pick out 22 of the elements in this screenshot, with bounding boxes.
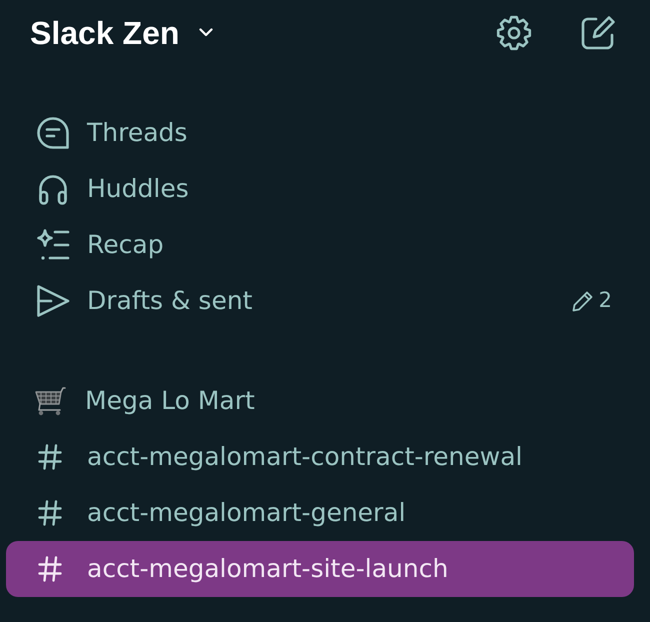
sparkle-list-icon	[36, 228, 70, 262]
hash-icon	[38, 500, 62, 526]
compose-icon[interactable]	[580, 15, 616, 51]
shopping-cart-icon	[34, 385, 66, 417]
section-header[interactable]: Mega Lo Mart	[6, 373, 634, 429]
channel-item[interactable]: acct-megalomart-general	[6, 485, 634, 541]
settings-icon[interactable]	[496, 15, 532, 51]
recap-link[interactable]: Recap	[6, 217, 634, 273]
pencil-icon	[572, 290, 593, 312]
hash-icon	[38, 444, 62, 470]
hash-icon	[38, 556, 62, 582]
threads-icon	[36, 116, 70, 150]
draft-count: 2	[598, 288, 612, 314]
channel-item[interactable]: acct-megalomart-site-launch	[6, 541, 634, 597]
headphones-icon	[36, 172, 70, 206]
drafts-link[interactable]: Drafts & sent 2	[6, 273, 634, 329]
huddles-link[interactable]: Huddles	[6, 161, 634, 217]
channel-item[interactable]: acct-megalomart-contract-renewal	[6, 429, 634, 485]
caret-icon	[199, 28, 214, 38]
threads-link[interactable]: Threads	[6, 105, 634, 161]
send-icon	[36, 284, 70, 318]
workspace-menu-button[interactable]: Slack Zen	[30, 14, 214, 52]
